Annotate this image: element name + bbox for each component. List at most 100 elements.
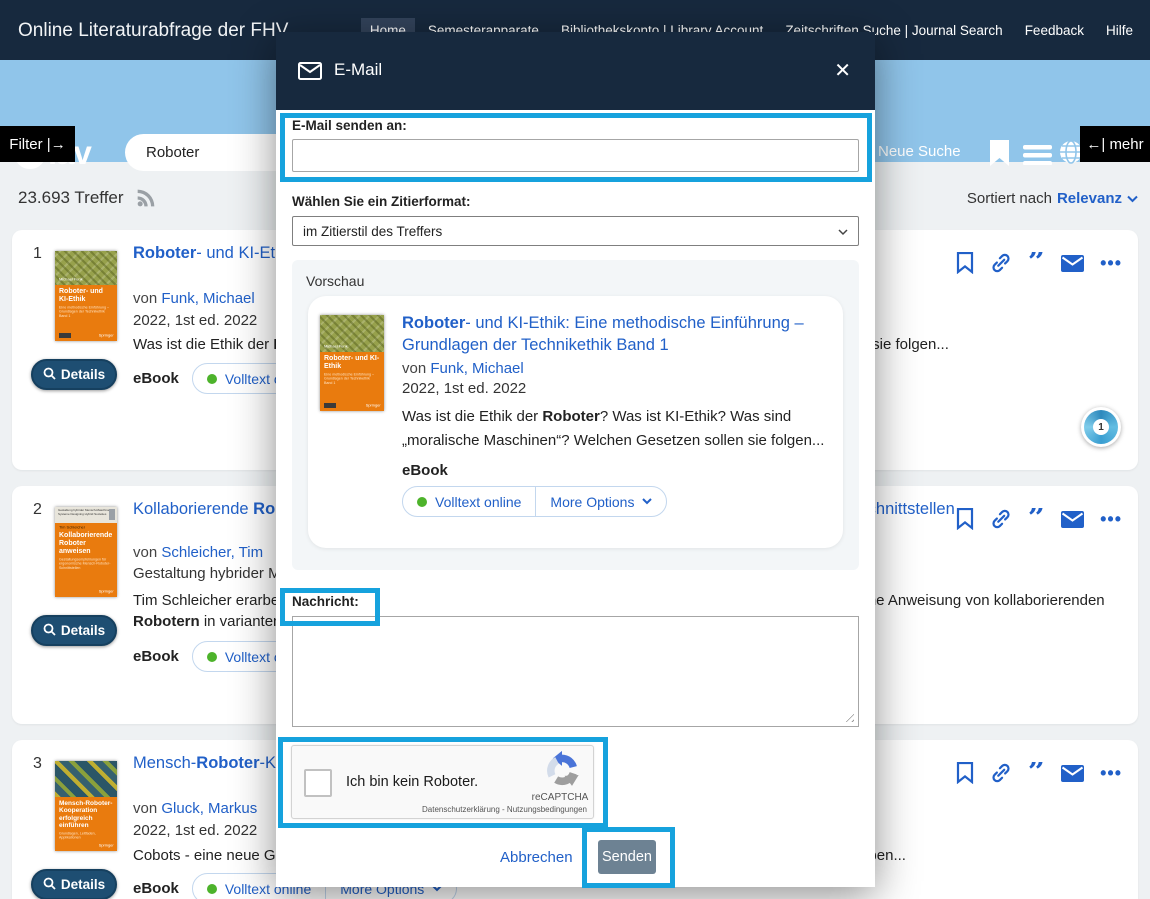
badge-donut: 1: [1084, 410, 1118, 444]
result-number: 3: [33, 755, 42, 773]
preview-book-cover: Michael Funk Roboter- und KI-Ethik Eine …: [320, 315, 384, 411]
magnifier-icon: [43, 623, 56, 639]
available-dot: [417, 497, 427, 507]
result-number: 2: [33, 501, 42, 519]
citation-format-value: im Zitierstil des Treffers: [303, 224, 442, 239]
email-icon[interactable]: [1061, 255, 1084, 272]
format-label: eBook: [133, 648, 179, 665]
cover-author: Michael Funk: [59, 278, 83, 282]
close-icon[interactable]: ✕: [834, 58, 851, 83]
author-link[interactable]: Funk, Michael: [161, 290, 254, 307]
result-actions: ” •••: [956, 508, 1122, 530]
recaptcha-brand: reCAPTCHA: [528, 792, 592, 803]
results-count: 23.693 Treffer: [18, 188, 124, 208]
preview-edition: 2022, 1st ed. 2022: [402, 380, 832, 397]
results-header: 23.693 Treffer: [18, 188, 156, 208]
menu-icon[interactable]: [1023, 145, 1052, 170]
magnifier-icon: [43, 367, 56, 383]
preview-author-line: von Funk, Michael: [402, 360, 832, 377]
preview-label: Vorschau: [306, 273, 364, 289]
result-actions: ” •••: [956, 252, 1122, 274]
preview-panel: Vorschau Michael Funk Roboter- und KI-Et…: [292, 260, 859, 570]
author-link[interactable]: Funk, Michael: [430, 360, 523, 377]
message-textarea[interactable]: [292, 616, 859, 727]
chevron-down-icon[interactable]: [1127, 190, 1138, 207]
bookmark-folder-icon[interactable]: [989, 140, 1010, 171]
sort-prefix: Sortiert nach: [967, 190, 1052, 207]
pin-bookmark-icon[interactable]: [956, 252, 974, 274]
result-edition: 2022, 1st ed. 2022: [133, 312, 257, 329]
recaptcha-logo-icon: [542, 750, 582, 795]
citation-format-label: Wählen Sie ein Zitierformat:: [292, 194, 471, 209]
magnifier-icon: [43, 877, 56, 893]
details-button[interactable]: Details: [31, 615, 117, 646]
author-link[interactable]: Schleicher, Tim: [161, 544, 263, 561]
result-edition: 2022, 1st ed. 2022: [133, 822, 257, 839]
more-actions-icon[interactable]: •••: [1100, 763, 1122, 784]
result-author-line: von Schleicher, Tim: [133, 544, 263, 561]
email-icon[interactable]: [1061, 511, 1084, 528]
available-dot: [207, 652, 217, 662]
email-modal-header: E-Mail ✕: [276, 32, 875, 110]
rss-icon[interactable]: [136, 188, 156, 208]
citation-icon[interactable]: ”: [1028, 252, 1045, 274]
more-actions-icon[interactable]: •••: [1100, 253, 1122, 274]
permalink-icon[interactable]: [990, 508, 1012, 530]
cover-author: Tim Schleicher: [59, 526, 95, 530]
details-button[interactable]: Details: [31, 359, 117, 390]
nav-hilfe[interactable]: Hilfe: [1097, 18, 1142, 43]
cover-title: Mensch-Roboter-Kooperation erfolgreich e…: [59, 800, 113, 830]
available-dot: [207, 374, 217, 384]
preview-availability-pill: Volltext online More Options: [402, 486, 667, 517]
cancel-button[interactable]: Abbrechen: [500, 849, 573, 866]
email-icon[interactable]: [1061, 765, 1084, 782]
citation-format-select[interactable]: im Zitierstil des Treffers: [292, 216, 859, 246]
preview-title-link[interactable]: Roboter- und KI-Ethik: Eine methodische …: [402, 312, 832, 356]
more-options-button[interactable]: More Options: [535, 487, 666, 516]
email-to-label: E-Mail senden an:: [292, 118, 407, 133]
nav-feedback[interactable]: Feedback: [1016, 18, 1093, 43]
send-button[interactable]: Senden: [598, 840, 656, 874]
cover-publisher: Springer: [366, 404, 381, 408]
more-panel-button[interactable]: ←| mehr: [1080, 126, 1150, 162]
cover-title: Roboter- und KI-Ethik: [324, 355, 380, 371]
pin-bookmark-icon[interactable]: [956, 762, 974, 784]
preview-description: Was ist die Ethik der Roboter? Was ist K…: [402, 405, 847, 453]
more-actions-icon[interactable]: •••: [1100, 509, 1122, 530]
citation-icon[interactable]: ”: [1028, 762, 1045, 784]
sort-dropdown[interactable]: Relevanz: [1057, 190, 1122, 207]
available-dot: [207, 884, 217, 894]
message-label: Nachricht:: [292, 594, 359, 609]
badge-value: 1: [1093, 419, 1109, 435]
citation-icon[interactable]: ”: [1028, 508, 1045, 530]
fulltext-online-link[interactable]: Volltext online: [403, 487, 535, 516]
result-number: 1: [33, 245, 42, 263]
book-cover-thumbnail[interactable]: Mensch-Roboter-Kooperation erfolgreich e…: [55, 761, 117, 851]
format-label: eBook: [133, 880, 179, 897]
email-to-input[interactable]: [292, 139, 859, 172]
cover-subtitle: Eine methodische Einführung – Grundlagen…: [59, 306, 111, 319]
pin-bookmark-icon[interactable]: [956, 508, 974, 530]
permalink-icon[interactable]: [990, 762, 1012, 784]
format-label: eBook: [133, 370, 179, 387]
cover-subtitle: Gestaltungsempfehlungen für ergonomische…: [59, 558, 111, 571]
permalink-icon[interactable]: [990, 252, 1012, 274]
cover-author: Michael Funk: [324, 345, 348, 349]
recaptcha-widget: Ich bin kein Roboter. reCAPTCHA Datensch…: [291, 745, 594, 819]
book-cover-thumbnail[interactable]: Gestaltung hybrider Mensch-Maschine-Syst…: [55, 507, 117, 597]
result-actions: ” •••: [956, 762, 1122, 784]
cover-subtitle: Eine methodische Einführung – Grundlagen…: [324, 373, 378, 386]
mail-icon: [298, 62, 322, 85]
screen: Online Literaturabfrage der FHV Home Sem…: [0, 0, 1150, 899]
modal-title: E-Mail: [334, 60, 382, 80]
book-cover-thumbnail[interactable]: Michael Funk Roboter- und KI-Ethik Eine …: [55, 251, 117, 341]
preview-card: Michael Funk Roboter- und KI-Ethik Eine …: [308, 296, 843, 548]
recaptcha-terms-links[interactable]: Datenschutzerklärung - Nutzungsbedingung…: [422, 805, 587, 814]
new-search-link[interactable]: Neue Suche: [878, 143, 961, 160]
result-author-line: von Gluck, Markus: [133, 800, 257, 817]
details-button[interactable]: Details: [31, 869, 117, 899]
author-link[interactable]: Gluck, Markus: [161, 800, 257, 817]
citation-count-badge[interactable]: 1: [1081, 407, 1121, 447]
filter-panel-button[interactable]: Filter |→: [0, 126, 75, 162]
recaptcha-checkbox[interactable]: [304, 769, 332, 797]
